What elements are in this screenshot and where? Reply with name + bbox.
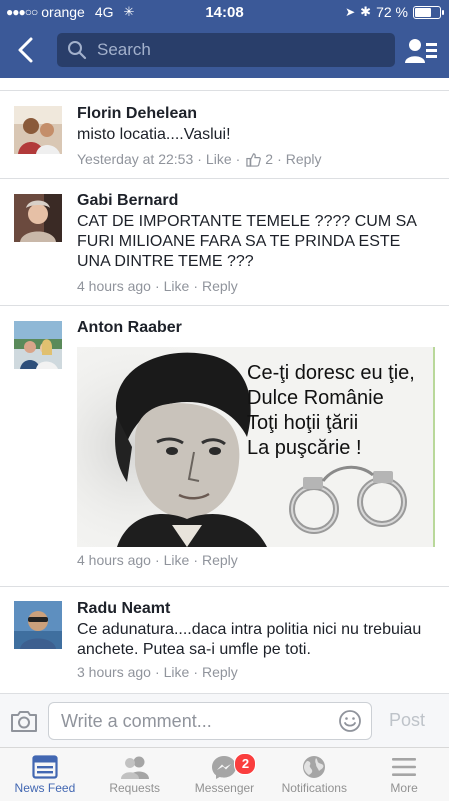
- comment-meta: 4 hours ago · Like · Reply: [77, 552, 238, 568]
- reply-link[interactable]: Reply: [202, 552, 238, 568]
- comment-time: 3 hours ago: [77, 664, 151, 680]
- battery-percent: 72 %: [376, 4, 408, 20]
- caption-line: Toţi hoţii ţării: [247, 412, 359, 434]
- tab-label: Messenger: [194, 781, 255, 795]
- tab-label: More: [390, 781, 418, 795]
- commenter-name[interactable]: Gabi Bernard: [77, 192, 435, 210]
- bluetooth-icon: ✱: [360, 4, 372, 19]
- comment-time: 4 hours ago: [77, 552, 151, 568]
- news-feed-icon: [32, 755, 58, 779]
- comment-item: Radu Neamt Ce adunatura....daca intra po…: [0, 587, 449, 693]
- post-button[interactable]: Post: [389, 710, 425, 731]
- tab-messenger[interactable]: 2 Messenger: [180, 748, 270, 801]
- comment-meta: 3 hours ago · Like · Reply: [77, 664, 238, 680]
- back-arrow-icon[interactable]: [14, 36, 38, 64]
- avatar[interactable]: [14, 194, 62, 242]
- thumbs-up-icon: [246, 152, 262, 167]
- search-input[interactable]: [95, 39, 389, 61]
- camera-icon[interactable]: [10, 709, 38, 733]
- comment-item: Florin Dehelean misto locatia....Vaslui!…: [0, 92, 449, 179]
- avatar[interactable]: [14, 601, 62, 649]
- caption-line: Dulce Românie: [247, 387, 384, 409]
- search-bar[interactable]: [57, 33, 395, 67]
- messenger-badge: 2: [234, 753, 257, 775]
- tab-news-feed[interactable]: News Feed: [0, 748, 90, 801]
- friend-requests-icon: [120, 756, 149, 779]
- comment-image[interactable]: Ce-ţi doresc eu ţie, Dulce Românie Toţi …: [77, 347, 435, 547]
- like-link[interactable]: Like: [164, 664, 190, 680]
- comment-time: 4 hours ago: [77, 278, 151, 294]
- menu-icon: [392, 758, 417, 776]
- comment-text: CAT DE IMPORTANTE TEMELE ???? CUM SA FUR…: [77, 213, 417, 270]
- like-link[interactable]: Like: [206, 151, 232, 167]
- comment-meta: Yesterday at 22:53 · Like · 2 · Reply: [77, 151, 322, 167]
- comment-composer: Post: [0, 693, 449, 747]
- reply-link[interactable]: Reply: [202, 278, 238, 294]
- reply-link[interactable]: Reply: [202, 664, 238, 680]
- image-caption: Ce-ţi doresc eu ţie, Dulce Românie Toţi …: [247, 361, 415, 461]
- avatar[interactable]: [14, 106, 62, 154]
- like-link[interactable]: Like: [164, 552, 190, 568]
- divider: [0, 90, 449, 91]
- tab-label: News Feed: [14, 781, 76, 795]
- globe-icon: [303, 756, 326, 778]
- friends-list-icon[interactable]: [405, 37, 437, 65]
- like-link[interactable]: Like: [164, 278, 190, 294]
- commenter-name[interactable]: Florin Dehelean: [77, 105, 435, 123]
- navigation-bar: ●●●○○ orange 4G ✳ 14:08 ➤ ✱ 72 %: [0, 0, 449, 78]
- battery-icon: [413, 5, 444, 19]
- comment-text: misto locatia....Vaslui!: [77, 126, 231, 143]
- tab-bar: News Feed Requests 2 Messenger Notificat…: [0, 747, 449, 801]
- tab-label: Notifications: [281, 781, 347, 795]
- status-bar: ●●●○○ orange 4G ✳ 14:08 ➤ ✱ 72 %: [0, 0, 449, 24]
- like-count: 2: [265, 151, 274, 167]
- caption-line: Ce-ţi doresc eu ţie,: [247, 362, 415, 384]
- comment-input-box[interactable]: [48, 702, 372, 740]
- avatar[interactable]: [14, 321, 62, 369]
- comment-time: Yesterday at 22:53: [77, 151, 194, 167]
- emoji-icon[interactable]: [338, 709, 362, 733]
- tab-notifications[interactable]: Notifications: [269, 748, 359, 801]
- comment-item: Anton Raaber Ce-ţi doresc eu ţie, Dulce …: [0, 306, 449, 587]
- commenter-name[interactable]: Anton Raaber: [77, 319, 435, 337]
- tab-more[interactable]: More: [359, 748, 449, 801]
- comment-text: Ce adunatura....daca intra politia nici …: [77, 621, 422, 658]
- caption-line: La puşcărie !: [247, 437, 362, 459]
- comment-item: Gabi Bernard CAT DE IMPORTANTE TEMELE ??…: [0, 179, 449, 306]
- comment-input[interactable]: [59, 710, 333, 733]
- tab-label: Requests: [109, 781, 161, 795]
- tab-requests[interactable]: Requests: [90, 748, 180, 801]
- comment-meta: 4 hours ago · Like · Reply: [77, 278, 238, 294]
- search-icon: [68, 41, 87, 60]
- commenter-name[interactable]: Radu Neamt: [77, 600, 435, 618]
- reply-link[interactable]: Reply: [286, 151, 322, 167]
- battery-fill: [415, 7, 431, 17]
- location-icon: ➤: [345, 5, 356, 19]
